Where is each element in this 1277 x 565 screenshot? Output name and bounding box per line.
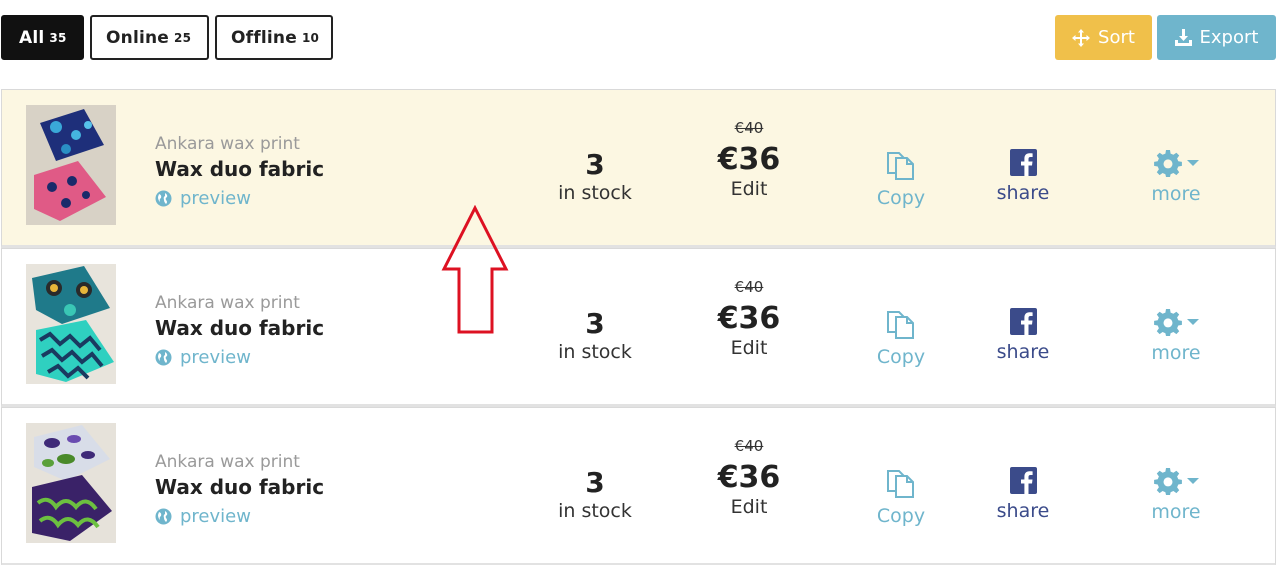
product-thumbnail[interactable] <box>26 423 116 543</box>
gear-dropdown-toggle <box>1153 467 1199 495</box>
caret-down-icon <box>1186 160 1199 166</box>
edit-price-link[interactable]: Edit <box>699 496 799 518</box>
toolbar-actions: Sort Export <box>1055 15 1276 60</box>
caret-down-icon <box>1186 478 1199 484</box>
share-label: share <box>996 341 1050 363</box>
product-category: Ankara wax print <box>155 293 300 313</box>
tab-online-count: 25 <box>174 30 192 45</box>
copy-button[interactable]: Copy <box>851 149 951 209</box>
product-category: Ankara wax print <box>155 134 300 154</box>
gear-icon <box>1153 150 1182 177</box>
move-arrows-icon <box>1072 28 1091 47</box>
old-price: €40 <box>734 437 764 455</box>
facebook-icon <box>1009 149 1037 176</box>
tab-all[interactable]: All 35 <box>1 15 84 60</box>
current-price: €36 <box>717 142 781 177</box>
sort-button[interactable]: Sort <box>1055 15 1152 60</box>
stock-count: 3 <box>585 466 605 499</box>
gear-icon <box>1153 468 1182 495</box>
preview-label: preview <box>180 347 251 368</box>
caret-down-icon <box>1186 319 1199 325</box>
copy-button[interactable]: Copy <box>851 467 951 527</box>
stock-cell: 3 in stock <box>545 307 645 363</box>
gear-dropdown-toggle <box>1153 149 1199 177</box>
stock-label: in stock <box>558 500 632 522</box>
stock-label: in stock <box>558 182 632 204</box>
filter-tabs: All 35 Online 25 Offline 10 <box>1 15 333 60</box>
download-icon <box>1174 29 1192 46</box>
tab-all-label: All <box>19 27 45 48</box>
more-dropdown[interactable]: more <box>1126 308 1226 364</box>
current-price: €36 <box>717 301 781 336</box>
more-dropdown[interactable]: more <box>1126 149 1226 205</box>
product-row: Ankara wax print Wax duo fabric preview … <box>1 89 1276 248</box>
gear-dropdown-toggle <box>1153 308 1199 336</box>
share-label: share <box>996 500 1050 522</box>
gear-icon <box>1153 309 1182 336</box>
more-label: more <box>1151 501 1201 523</box>
product-info: Ankara wax print Wax duo fabric preview <box>155 293 324 368</box>
globe-icon <box>155 190 172 207</box>
share-label: share <box>996 182 1050 204</box>
product-info: Ankara wax print Wax duo fabric preview <box>155 452 324 527</box>
product-info: Ankara wax print Wax duo fabric preview <box>155 134 324 209</box>
tab-offline-count: 10 <box>301 30 320 45</box>
tab-offline-label: Offline <box>231 27 297 48</box>
price-cell: €40 €36 Edit <box>699 437 799 518</box>
current-price: €36 <box>717 460 781 495</box>
product-category: Ankara wax print <box>155 452 300 472</box>
product-thumbnail[interactable] <box>26 105 116 225</box>
price-cell: €40 €36 Edit <box>699 119 799 200</box>
product-row: Ankara wax print Wax duo fabric preview … <box>1 248 1276 407</box>
preview-link[interactable]: preview <box>155 506 324 527</box>
tab-all-count: 35 <box>49 30 67 45</box>
export-button[interactable]: Export <box>1157 15 1276 60</box>
stock-cell: 3 in stock <box>545 148 645 204</box>
facebook-share-button[interactable]: share <box>973 149 1073 204</box>
export-label: Export <box>1199 27 1259 48</box>
old-price: €40 <box>734 278 764 296</box>
copy-icon <box>887 470 914 498</box>
product-title[interactable]: Wax duo fabric <box>155 157 324 181</box>
preview-link[interactable]: preview <box>155 347 324 368</box>
copy-icon <box>887 152 914 180</box>
sort-label: Sort <box>1098 27 1135 48</box>
globe-icon <box>155 508 172 525</box>
facebook-share-button[interactable]: share <box>973 308 1073 363</box>
facebook-icon <box>1009 308 1037 335</box>
copy-label: Copy <box>876 187 926 209</box>
copy-label: Copy <box>876 505 926 527</box>
tab-online[interactable]: Online 25 <box>90 15 209 60</box>
price-cell: €40 €36 Edit <box>699 278 799 359</box>
preview-label: preview <box>180 188 251 209</box>
product-thumbnail[interactable] <box>26 264 116 384</box>
tab-online-label: Online <box>106 27 170 48</box>
tab-offline[interactable]: Offline 10 <box>215 15 333 60</box>
annotation-up-arrow <box>441 205 509 334</box>
more-label: more <box>1151 342 1201 364</box>
product-row: Ankara wax print Wax duo fabric preview … <box>1 407 1276 565</box>
more-label: more <box>1151 183 1201 205</box>
preview-link[interactable]: preview <box>155 188 324 209</box>
old-price: €40 <box>734 119 764 137</box>
product-title[interactable]: Wax duo fabric <box>155 316 324 340</box>
copy-icon <box>887 311 914 339</box>
facebook-share-button[interactable]: share <box>973 467 1073 522</box>
edit-price-link[interactable]: Edit <box>699 337 799 359</box>
product-list: Ankara wax print Wax duo fabric preview … <box>1 89 1276 565</box>
copy-label: Copy <box>876 346 926 368</box>
more-dropdown[interactable]: more <box>1126 467 1226 523</box>
facebook-icon <box>1009 467 1037 494</box>
copy-button[interactable]: Copy <box>851 308 951 368</box>
edit-price-link[interactable]: Edit <box>699 178 799 200</box>
product-title[interactable]: Wax duo fabric <box>155 475 324 499</box>
stock-count: 3 <box>585 148 605 181</box>
globe-icon <box>155 349 172 366</box>
stock-cell: 3 in stock <box>545 466 645 522</box>
preview-label: preview <box>180 506 251 527</box>
stock-count: 3 <box>585 307 605 340</box>
stock-label: in stock <box>558 341 632 363</box>
